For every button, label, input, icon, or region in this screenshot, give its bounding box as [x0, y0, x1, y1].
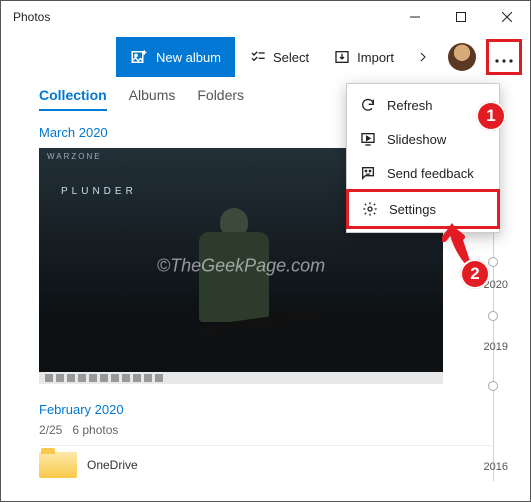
screenshot-taskbar — [39, 372, 443, 384]
tab-collection[interactable]: Collection — [39, 87, 107, 111]
title-bar: Photos — [1, 1, 530, 33]
window-controls — [392, 1, 530, 33]
toolbar: New album Select Import — [1, 33, 530, 81]
chevron-right-icon — [414, 48, 432, 66]
folder-icon — [39, 452, 77, 478]
annotation-badge-1: 1 — [476, 101, 506, 131]
select-label: Select — [273, 50, 309, 65]
menu-item-slideshow[interactable]: Slideshow — [347, 122, 499, 156]
more-options-button[interactable] — [486, 39, 522, 75]
tab-folders[interactable]: Folders — [197, 87, 244, 111]
month-header-february[interactable]: February 2020 — [39, 402, 492, 417]
refresh-icon — [359, 96, 377, 114]
overflow-chevron-button[interactable] — [408, 37, 438, 77]
import-label: Import — [357, 50, 394, 65]
gear-icon — [361, 200, 379, 218]
user-avatar[interactable] — [448, 43, 476, 71]
timeline-year-2019[interactable]: 2019 — [484, 341, 508, 353]
import-icon — [333, 48, 351, 66]
tab-albums[interactable]: Albums — [129, 87, 176, 111]
game-hud-text: WARZONE — [47, 152, 102, 161]
february-date: 2/25 — [39, 423, 62, 437]
menu-item-feedback[interactable]: Send feedback — [347, 156, 499, 190]
import-button[interactable]: Import — [323, 37, 404, 77]
annotation-badge-2: 2 — [460, 259, 490, 289]
game-character — [179, 208, 289, 368]
minimize-button[interactable] — [392, 1, 438, 33]
february-subline: 2/25 6 photos — [39, 423, 492, 437]
window-title: Photos — [13, 10, 50, 24]
new-album-button[interactable]: New album — [116, 37, 235, 77]
folder-row[interactable]: OneDrive — [39, 445, 492, 478]
more-options-menu: Refresh Slideshow Send feedback Settings — [346, 83, 500, 233]
menu-label-slideshow: Slideshow — [387, 132, 446, 147]
new-album-icon — [130, 48, 148, 66]
ellipsis-icon — [495, 47, 513, 68]
new-album-label: New album — [156, 50, 221, 65]
select-icon — [249, 48, 267, 66]
maximize-button[interactable] — [438, 1, 484, 33]
timeline-year-2016[interactable]: 2016 — [484, 461, 508, 473]
close-button[interactable] — [484, 1, 530, 33]
menu-label-settings: Settings — [389, 202, 436, 217]
folder-label: OneDrive — [87, 458, 138, 472]
menu-label-refresh: Refresh — [387, 98, 433, 113]
slideshow-icon — [359, 130, 377, 148]
february-count: 6 photos — [72, 423, 118, 437]
game-mode-text: PLUNDER — [61, 186, 137, 197]
select-button[interactable]: Select — [239, 37, 319, 77]
watermark-text: ©TheGeekPage.com — [157, 256, 325, 277]
feedback-icon — [359, 164, 377, 182]
menu-label-feedback: Send feedback — [387, 166, 474, 181]
